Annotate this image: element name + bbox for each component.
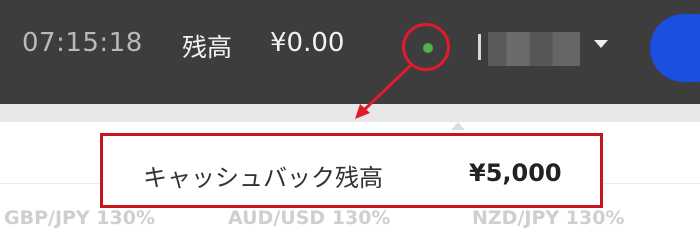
subheader-band [0, 104, 700, 122]
balance-label: 残高 [182, 33, 233, 62]
balance-value[interactable]: ¥0.00 [270, 28, 344, 58]
top-bar: 07:15:18 残高 ¥0.00 [0, 0, 700, 104]
tooltip-notch [451, 122, 465, 130]
user-name-redacted[interactable] [488, 32, 580, 66]
cashback-balance-value: ¥5,000 [469, 159, 562, 187]
user-divider [478, 34, 481, 60]
cashback-balance-popup: キャッシュバック残高 ¥5,000 [100, 133, 603, 208]
caret-down-icon[interactable] [594, 40, 608, 48]
clock: 07:15:18 [22, 28, 143, 58]
cashback-balance-label: キャッシュバック残高 [143, 164, 383, 192]
ticker-item[interactable]: AUD/USD 130% [228, 207, 390, 229]
primary-action-button[interactable] [650, 14, 700, 82]
ticker-item[interactable]: NZD/JPY 130% [472, 207, 624, 229]
ticker-item[interactable]: GBP/JPY 130% [4, 207, 155, 229]
connection-status-dot[interactable] [423, 43, 433, 53]
